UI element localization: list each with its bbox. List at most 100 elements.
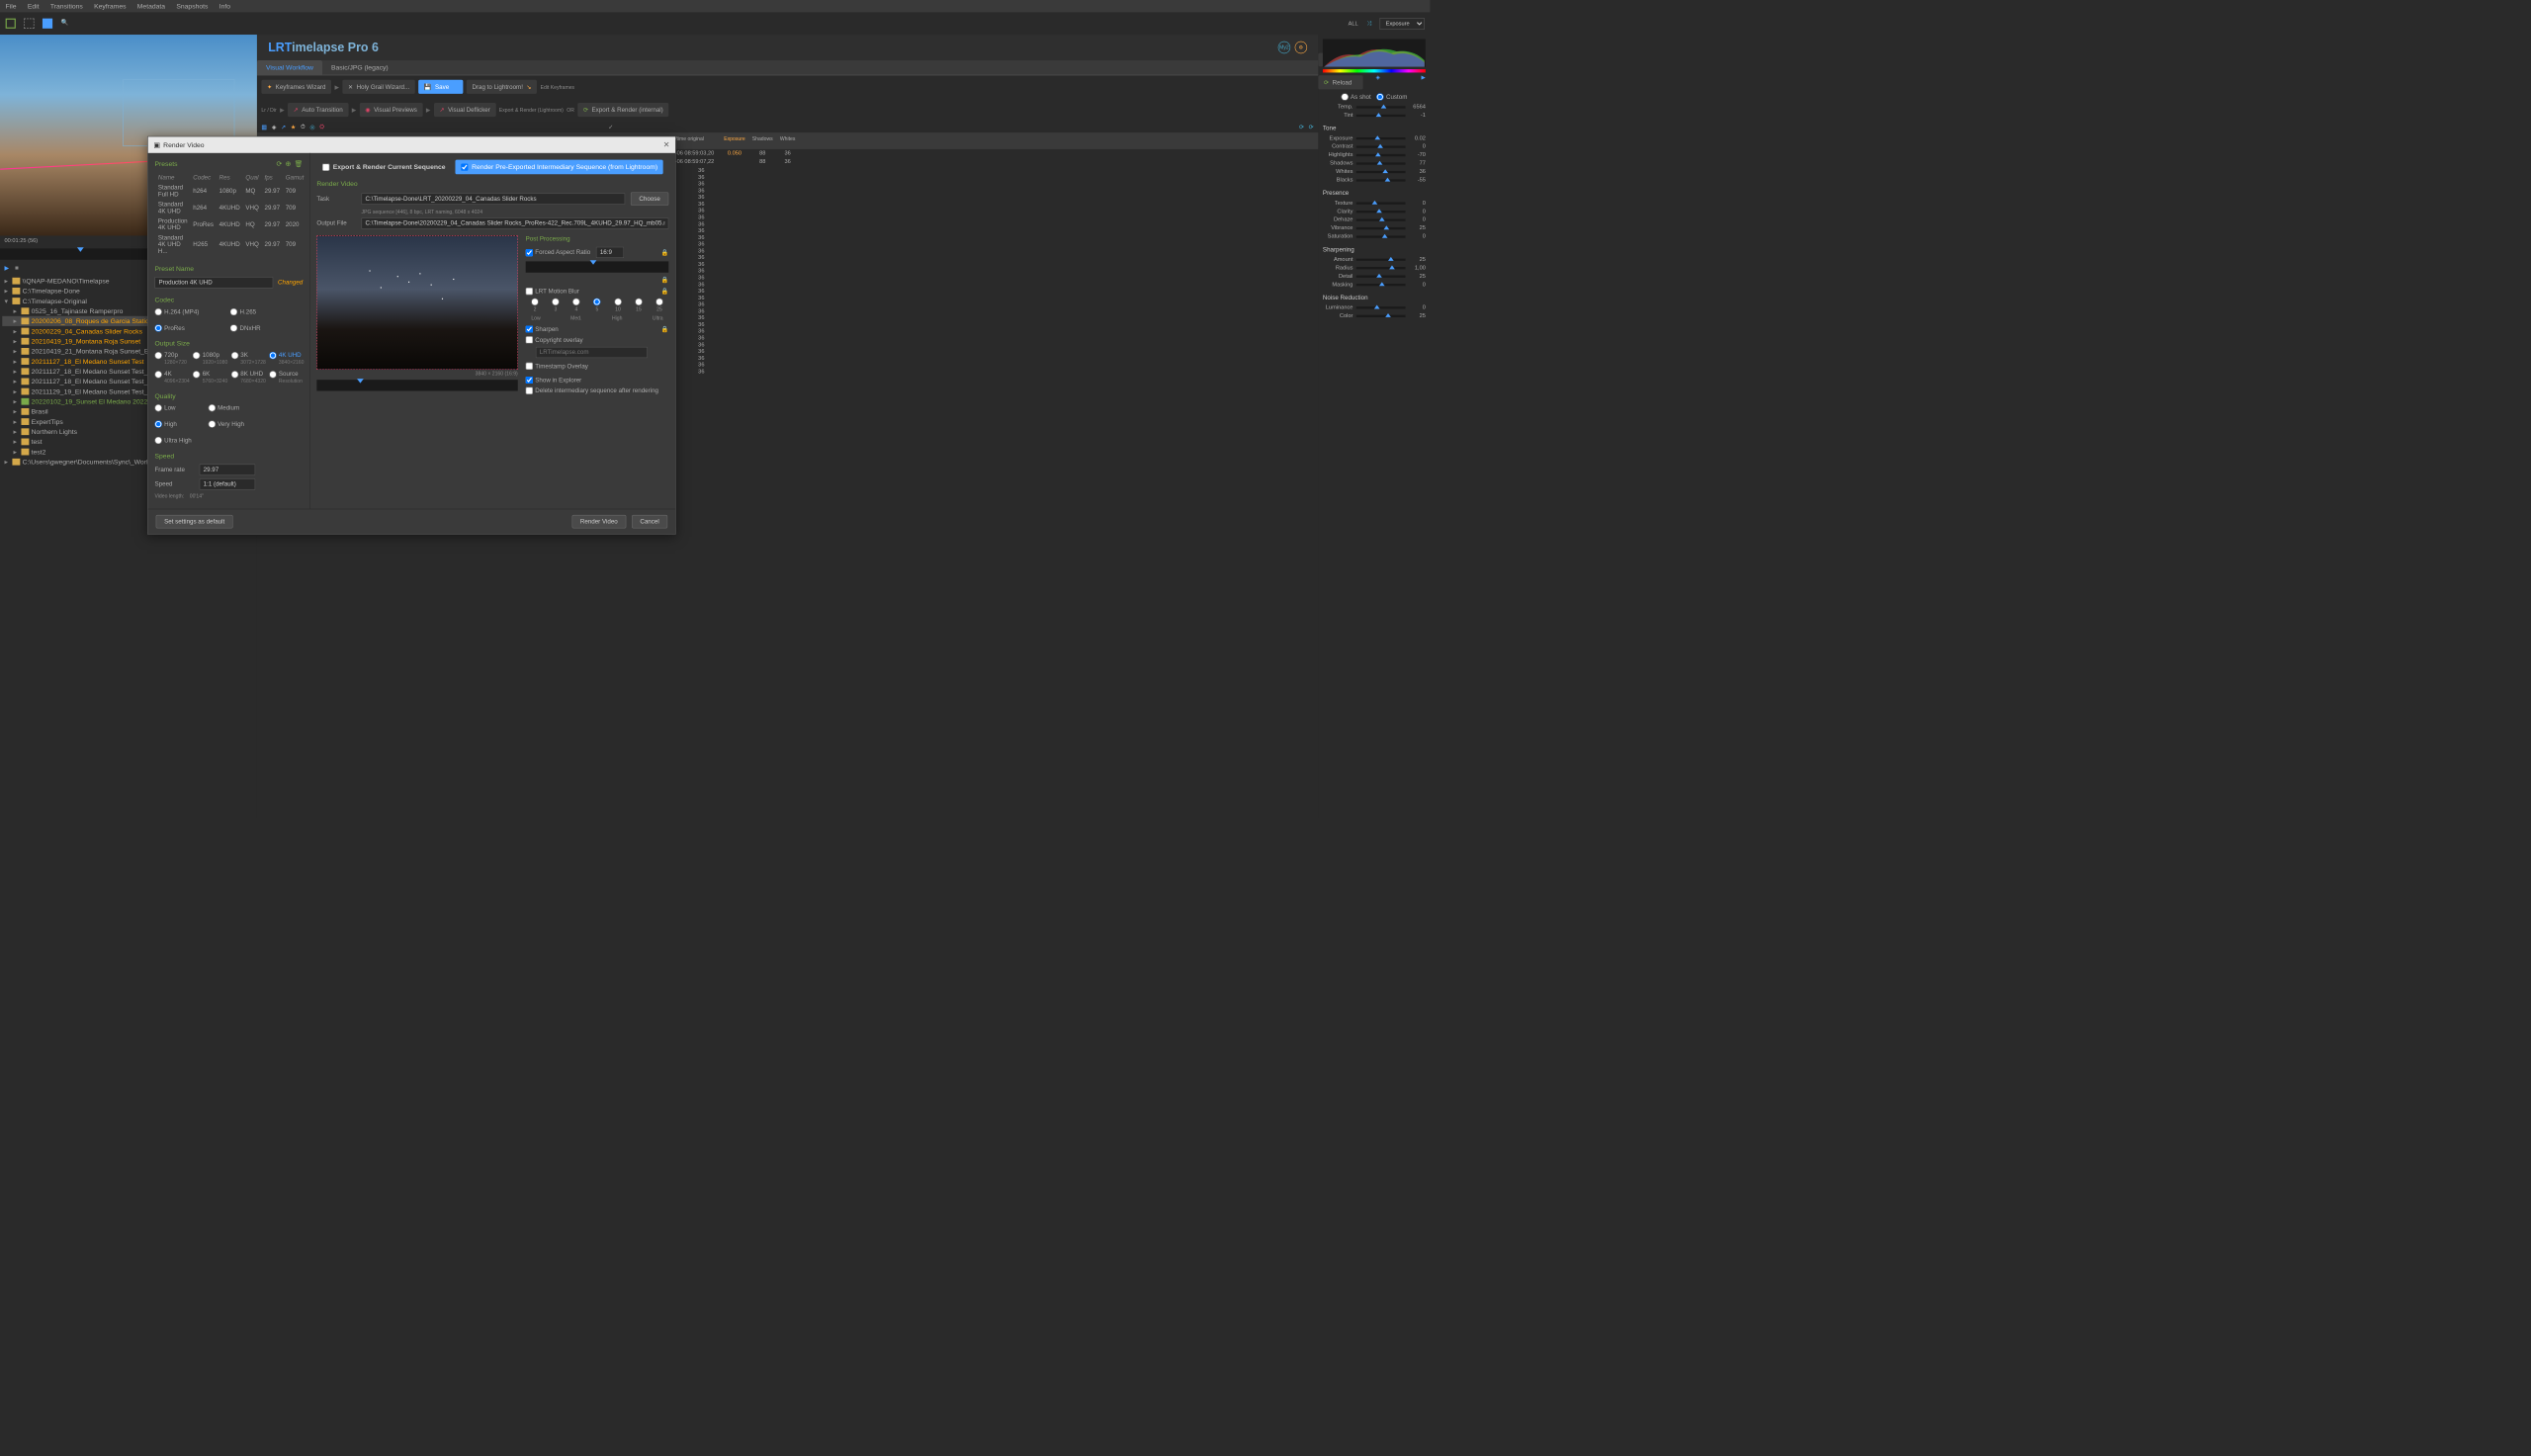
preview-slider[interactable] — [316, 380, 517, 390]
btn-keyframes-wizard[interactable]: ✦Keyframes Wizard — [261, 80, 331, 94]
slider-control[interactable] — [1356, 267, 1406, 269]
ar-lock-icon[interactable]: 🔒 — [661, 249, 669, 256]
slider-control[interactable] — [1356, 171, 1406, 173]
filter-dropdown[interactable]: Exposure — [1380, 18, 1425, 30]
slider-control[interactable] — [1356, 218, 1406, 220]
preset-row[interactable]: Production 4K UHDProRes4KUHDHQ29.972020 — [156, 216, 306, 232]
slider-control[interactable] — [1356, 275, 1406, 277]
mb-radio[interactable] — [531, 299, 538, 305]
size-radio[interactable] — [155, 352, 162, 359]
mb-radio[interactable] — [572, 299, 579, 305]
check-icon[interactable]: ✓ — [608, 124, 613, 130]
aperture-icon[interactable]: ◎ — [309, 124, 314, 130]
menu-file[interactable]: File — [6, 2, 17, 10]
tab-visual-workflow[interactable]: Visual Workflow — [257, 60, 322, 75]
menu-metadata[interactable]: Metadata — [137, 2, 165, 10]
copyright-input[interactable] — [536, 347, 648, 358]
star-icon[interactable]: ★ — [291, 124, 297, 130]
search-icon[interactable]: 🔍 — [61, 19, 71, 29]
size-radio[interactable] — [231, 352, 238, 359]
image-icon[interactable] — [43, 19, 52, 29]
wb-custom-radio[interactable] — [1376, 93, 1383, 100]
btn-holy-grail[interactable]: ✕Holy Grail Wizard... — [342, 80, 414, 94]
slider-control[interactable] — [1356, 314, 1406, 316]
table-header-cell[interactable]: Exposure — [721, 134, 748, 148]
slider-control[interactable] — [1356, 106, 1406, 108]
menu-transitions[interactable]: Transitions — [50, 2, 83, 10]
quality-radio[interactable] — [208, 404, 215, 411]
crop-icon[interactable] — [6, 19, 16, 29]
settings-badge[interactable]: ⚙ — [1295, 42, 1307, 53]
preset-add-icon[interactable]: ⊕ — [286, 160, 292, 168]
shuffle-icon[interactable]: ⤨ — [1366, 20, 1371, 27]
frame-rate-input[interactable] — [200, 465, 255, 475]
size-radio[interactable] — [269, 371, 276, 378]
tab-render-pre-check[interactable] — [461, 163, 468, 170]
sync-icon-1[interactable]: ⟳ — [1299, 124, 1304, 130]
grid-icon[interactable]: ▦ — [261, 124, 267, 130]
menu-edit[interactable]: Edit — [28, 2, 40, 10]
timeline-thumb[interactable] — [77, 247, 84, 252]
slider-control[interactable] — [1356, 211, 1406, 213]
size-radio[interactable] — [231, 371, 238, 378]
preset-name-input[interactable] — [155, 277, 274, 288]
mb-radio[interactable] — [635, 299, 642, 305]
set-default-button[interactable]: Set settings as default — [156, 515, 233, 529]
preset-refresh-icon[interactable]: ⟳ — [276, 160, 282, 168]
preset-row[interactable]: Standard 4K UHDh2644KUHDVHQ29.97709 — [156, 200, 306, 215]
select-icon[interactable] — [24, 19, 34, 29]
table-header-cell[interactable]: Whites — [776, 134, 799, 148]
codec-radio[interactable] — [155, 308, 162, 315]
slider-control[interactable] — [1356, 179, 1406, 181]
slider-control[interactable] — [1356, 137, 1406, 139]
ar-slider-lock-icon[interactable]: 🔒 — [661, 277, 669, 284]
export-icon[interactable]: ↗ — [281, 124, 286, 130]
menu-keyframes[interactable]: Keyframes — [94, 2, 126, 10]
cancel-button[interactable]: Cancel — [632, 515, 667, 529]
slider-control[interactable] — [1356, 115, 1406, 117]
delete-inter-check[interactable] — [526, 387, 533, 394]
preview-slider-thumb[interactable] — [357, 379, 364, 384]
size-radio[interactable] — [193, 352, 200, 359]
preset-row[interactable]: Standard Full HDh2641080pMQ29.97709 — [156, 183, 306, 199]
slider-control[interactable] — [1356, 145, 1406, 147]
preset-delete-icon[interactable]: 🗑 — [295, 160, 304, 168]
preset-row[interactable]: Standard 4K UHD H...H2654KUHDVHQ29.97709 — [156, 233, 306, 256]
menu-snapshots[interactable]: Snapshots — [176, 2, 208, 10]
btn-drag-lightroom[interactable]: Drag to Lightroom!↘ — [467, 80, 537, 94]
mb-radio[interactable] — [614, 299, 621, 305]
tab-basic-jpg[interactable]: Basic/JPG (legacy) — [322, 60, 397, 75]
ar-slider[interactable] — [526, 261, 669, 272]
slider-control[interactable] — [1356, 227, 1406, 229]
ar-slider-thumb[interactable] — [590, 260, 597, 265]
sharpen-lock-icon[interactable]: 🔒 — [661, 325, 669, 332]
quality-radio[interactable] — [155, 420, 162, 427]
speed-input[interactable] — [200, 478, 255, 489]
slider-control[interactable] — [1356, 284, 1406, 286]
tab-export-current-check[interactable] — [322, 163, 329, 170]
btn-visual-deflicker[interactable]: ↗Visual Deflicker — [434, 103, 496, 117]
task-input[interactable] — [362, 193, 626, 204]
show-explorer-check[interactable] — [526, 377, 533, 384]
end-arrow-icon[interactable]: ▶ — [1422, 75, 1426, 81]
size-radio[interactable] — [193, 371, 200, 378]
quality-radio[interactable] — [208, 420, 215, 427]
tab-render-pre[interactable]: Render Pre-Exported Intermediary Sequenc… — [456, 160, 663, 175]
quality-radio[interactable] — [155, 437, 162, 444]
btn-reload[interactable]: ⟳Reload — [1318, 75, 1362, 89]
mb-radio[interactable] — [552, 299, 559, 305]
output-file-input[interactable] — [362, 217, 669, 228]
forced-ar-check[interactable] — [526, 249, 533, 256]
slider-control[interactable] — [1356, 306, 1406, 308]
btn-save[interactable]: 💾Save — [418, 80, 463, 94]
wb-as-shot-radio[interactable] — [1341, 93, 1348, 100]
sharpen-check[interactable] — [526, 325, 533, 332]
mb-lock-icon[interactable]: 🔒 — [661, 288, 669, 295]
size-radio[interactable] — [155, 371, 162, 378]
dialog-close-button[interactable]: ✕ — [663, 140, 670, 150]
diamond-icon[interactable]: ◈ — [272, 124, 277, 130]
quality-radio[interactable] — [155, 404, 162, 411]
mb-radio[interactable] — [593, 299, 600, 305]
diamond-marker-icon[interactable]: ◈ — [1376, 75, 1380, 81]
render-video-button[interactable]: Render Video — [571, 515, 626, 529]
